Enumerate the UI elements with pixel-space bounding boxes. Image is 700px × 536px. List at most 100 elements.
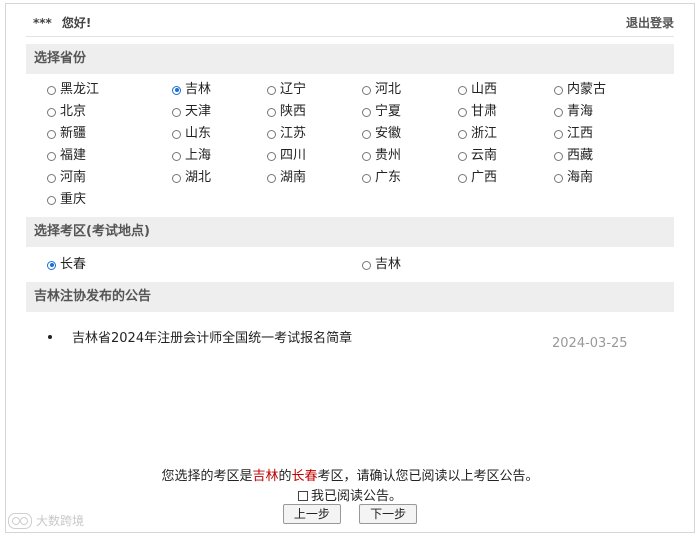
province-option[interactable]: 湖南 <box>267 167 306 189</box>
province-radio[interactable] <box>458 85 467 95</box>
prev-button[interactable]: 上一步 <box>282 504 341 524</box>
province-radio[interactable] <box>47 85 56 95</box>
province-label: 宁夏 <box>375 104 402 119</box>
province-option[interactable]: 青海 <box>554 101 593 123</box>
province-option[interactable]: 北京 <box>47 101 86 123</box>
province-label: 广东 <box>375 170 402 185</box>
province-radio[interactable] <box>47 173 56 183</box>
province-option[interactable]: 福建 <box>47 145 86 167</box>
province-option[interactable]: 四川 <box>267 145 306 167</box>
province-option[interactable]: 西藏 <box>554 145 593 167</box>
province-radio[interactable] <box>47 107 56 117</box>
area-radio[interactable] <box>47 260 56 270</box>
next-button[interactable]: 下一步 <box>359 504 418 524</box>
province-radio[interactable] <box>267 173 276 183</box>
province-option[interactable]: 山西 <box>458 79 497 101</box>
province-option[interactable]: 云南 <box>458 145 497 167</box>
province-radio[interactable] <box>267 85 276 95</box>
province-label: 安徽 <box>375 126 402 141</box>
confirm-area: 长春 <box>291 469 318 484</box>
province-radio[interactable] <box>362 129 371 139</box>
province-row: 北京 天津 陕西 宁夏 甘肃 青海 <box>47 101 667 123</box>
province-row: 新疆 山东 江苏 安徽 浙江 江西 <box>47 123 667 145</box>
province-radio[interactable] <box>458 151 467 161</box>
province-option[interactable]: 山东 <box>172 123 211 145</box>
province-radio[interactable] <box>554 151 563 161</box>
province-radio[interactable] <box>47 129 56 139</box>
confirm-text: 您选择的考区是吉林的长春考区，请确认您已阅读以上考区公告。 <box>0 465 700 484</box>
province-option[interactable]: 宁夏 <box>362 101 401 123</box>
province-option[interactable]: 上海 <box>172 145 211 167</box>
province-label: 广西 <box>471 170 498 185</box>
province-row: 重庆 <box>47 189 667 211</box>
province-option[interactable]: 广西 <box>458 167 497 189</box>
province-radio[interactable] <box>362 151 371 161</box>
area-radio[interactable] <box>362 260 371 270</box>
province-radio[interactable] <box>458 173 467 183</box>
province-option[interactable]: 吉林 <box>172 79 211 101</box>
province-label: 江西 <box>567 126 594 141</box>
area-option[interactable]: 长春 <box>47 254 86 276</box>
province-option[interactable]: 天津 <box>172 101 211 123</box>
province-option[interactable]: 湖北 <box>172 167 211 189</box>
province-radio[interactable] <box>362 85 371 95</box>
notice-list: 吉林省2024年注册会计师全国统一考试报名简章 2024-03-25 <box>48 327 648 351</box>
province-radio[interactable] <box>172 173 181 183</box>
read-checkbox[interactable] <box>297 491 308 501</box>
area-label: 吉林 <box>375 257 402 272</box>
province-option[interactable]: 海南 <box>554 167 593 189</box>
logout-link[interactable]: 退出登录 <box>626 14 674 31</box>
notice-section-header: 吉林注协发布的公告 <box>26 282 674 312</box>
province-radio[interactable] <box>554 107 563 117</box>
province-option[interactable]: 浙江 <box>458 123 497 145</box>
province-radio[interactable] <box>172 151 181 161</box>
province-section-header: 选择省份 <box>26 44 674 74</box>
province-radio[interactable] <box>362 107 371 117</box>
province-option[interactable]: 甘肃 <box>458 101 497 123</box>
notice-title-link[interactable]: 吉林省2024年注册会计师全国统一考试报名简章 <box>72 327 352 346</box>
area-option[interactable]: 吉林 <box>362 254 401 276</box>
province-option[interactable]: 广东 <box>362 167 401 189</box>
province-radio[interactable] <box>172 129 181 139</box>
province-radio[interactable] <box>267 151 276 161</box>
confirm-prefix: 您选择的考区是 <box>161 469 253 484</box>
province-option[interactable]: 河北 <box>362 79 401 101</box>
confirm-province: 吉林 <box>252 469 279 484</box>
province-radio[interactable] <box>47 151 56 161</box>
province-option[interactable]: 江西 <box>554 123 593 145</box>
province-label: 云南 <box>471 148 498 163</box>
province-label: 河南 <box>60 170 87 185</box>
province-radio[interactable] <box>458 107 467 117</box>
province-radio[interactable] <box>554 129 563 139</box>
province-radio[interactable] <box>554 173 563 183</box>
province-radio[interactable] <box>267 107 276 117</box>
province-radio[interactable] <box>554 85 563 95</box>
province-option[interactable]: 重庆 <box>47 189 86 211</box>
greeting: *** 您好! <box>33 14 91 31</box>
province-radio[interactable] <box>362 173 371 183</box>
province-radio[interactable] <box>458 129 467 139</box>
province-option[interactable]: 新疆 <box>47 123 86 145</box>
province-option[interactable]: 内蒙古 <box>554 79 606 101</box>
province-label: 北京 <box>60 104 87 119</box>
province-option[interactable]: 贵州 <box>362 145 401 167</box>
province-label: 天津 <box>185 104 212 119</box>
province-radio[interactable] <box>172 107 181 117</box>
province-option[interactable]: 陕西 <box>267 101 306 123</box>
province-label: 湖南 <box>280 170 307 185</box>
province-radio[interactable] <box>267 129 276 139</box>
province-option[interactable]: 黑龙江 <box>47 79 99 101</box>
province-option[interactable]: 安徽 <box>362 123 401 145</box>
province-option[interactable]: 辽宁 <box>267 79 306 101</box>
button-row: 上一步 下一步 <box>0 504 700 524</box>
watermark-text: 大数跨境 <box>36 514 85 528</box>
province-label: 辽宁 <box>280 82 307 97</box>
province-option[interactable]: 江苏 <box>267 123 306 145</box>
province-label: 甘肃 <box>471 104 498 119</box>
province-label: 内蒙古 <box>567 82 607 97</box>
province-radio[interactable] <box>47 195 56 205</box>
read-checkbox-label[interactable]: 我已阅读公告。 <box>311 489 402 504</box>
province-label: 西藏 <box>567 148 594 163</box>
province-radio[interactable] <box>172 85 181 95</box>
province-option[interactable]: 河南 <box>47 167 86 189</box>
